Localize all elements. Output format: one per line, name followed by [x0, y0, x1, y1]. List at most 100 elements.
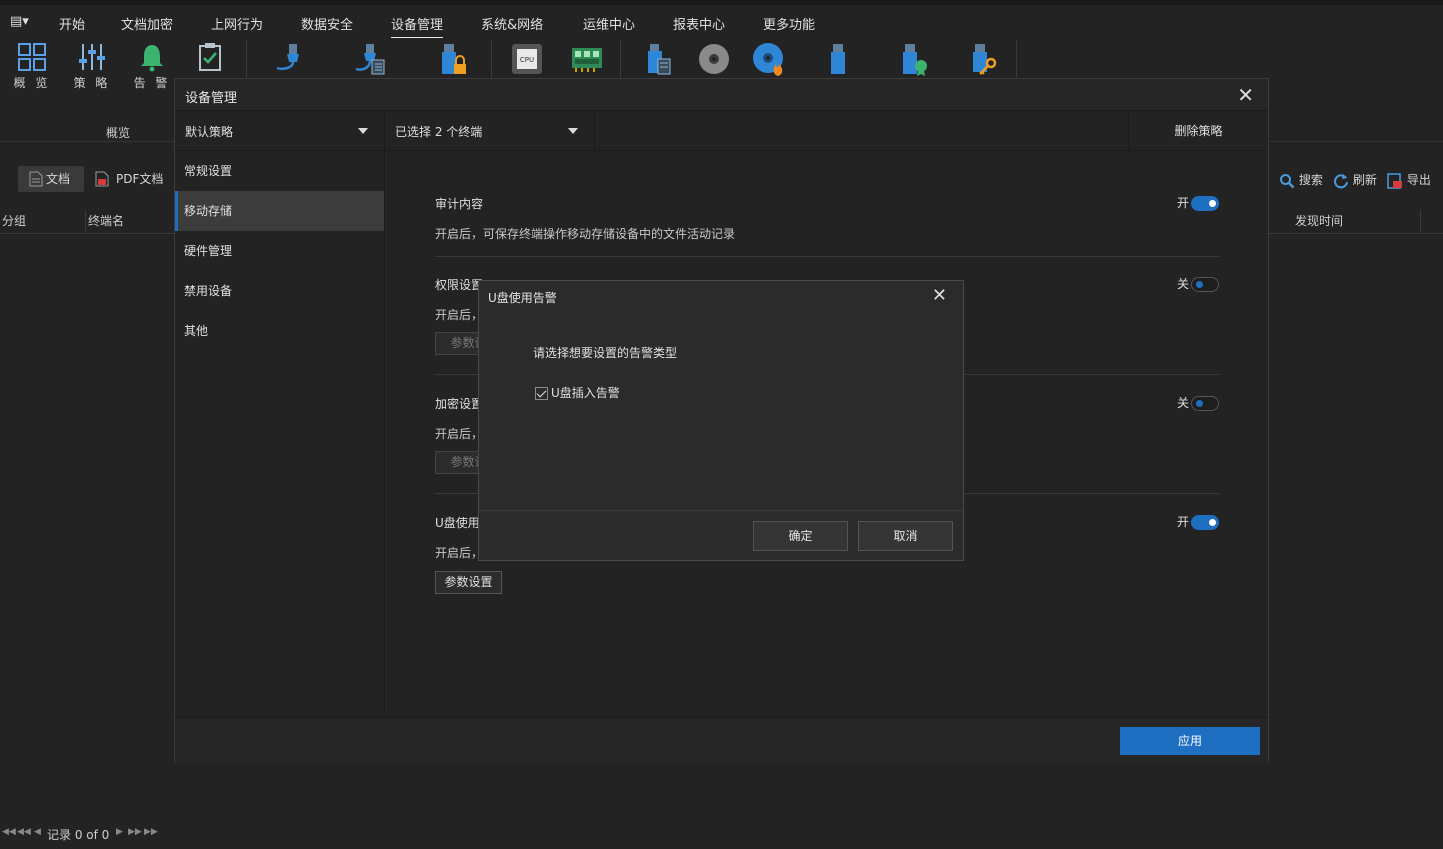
alert-button[interactable]: 告 警	[130, 42, 174, 98]
clipboard-check-icon	[199, 43, 221, 71]
menu-data-security[interactable]: 数据安全	[301, 14, 353, 33]
usb-document-icon	[648, 44, 671, 75]
menu-doc-encrypt[interactable]: 文档加密	[121, 14, 173, 33]
encrypt-toggle-state: 关	[1176, 396, 1189, 410]
close-icon[interactable]: ✕	[932, 285, 947, 306]
audit-title: 审计内容	[435, 197, 484, 211]
bell-icon	[141, 45, 163, 72]
usb-dialog-title: U盘使用告警	[488, 291, 557, 305]
nav-disabled-devices[interactable]: 禁用设备	[175, 271, 384, 311]
svg-text:CPU: CPU	[520, 56, 534, 64]
menu-device-management[interactable]: 设备管理	[391, 14, 444, 39]
policy-dropdown[interactable]: 默认策略	[175, 111, 385, 151]
menu-bar: ▤▾ 开始 文档加密 上网行为 数据安全 设备管理 系统&网络 运维中心 报表中…	[0, 0, 1443, 39]
usb-usage-toggle[interactable]: 开	[1177, 513, 1219, 530]
policy-value: 默认策略	[185, 125, 234, 139]
nav-general-settings[interactable]: 常规设置	[175, 151, 384, 191]
policy-bar: 默认策略 已选择 2 个终端 删除策略	[175, 111, 1268, 151]
ribbon-separator	[246, 40, 247, 78]
overview-button[interactable]: 概 览	[10, 42, 54, 98]
tab-document-label: 文档	[46, 172, 71, 186]
chevron-down-icon	[358, 128, 368, 134]
menu-start[interactable]: 开始	[59, 14, 85, 33]
overview-group-label: 概览	[106, 126, 131, 140]
terminal-dropdown[interactable]: 已选择 2 个终端	[385, 111, 595, 151]
document-icon	[29, 171, 43, 187]
menu-system-network[interactable]: 系统&网络	[481, 14, 543, 33]
ribbon-separator	[620, 40, 621, 78]
nav-other[interactable]: 其他	[175, 311, 384, 351]
pdf-icon	[95, 171, 109, 187]
usb-certificate-icon	[903, 44, 927, 76]
prev-page-icon[interactable]: ◀	[34, 827, 41, 837]
search-label: 搜索	[1298, 173, 1323, 187]
usb-list-icon	[355, 44, 385, 75]
menu-web-behavior[interactable]: 上网行为	[211, 14, 263, 33]
column-group[interactable]: 分组	[2, 210, 26, 232]
app-menu-icon[interactable]: ▤▾	[10, 14, 29, 29]
next-group-icon[interactable]: ▶▶	[128, 827, 142, 837]
menu-report-center[interactable]: 报表中心	[673, 14, 725, 33]
permission-toggle[interactable]: 关	[1177, 275, 1219, 292]
audit-toggle-state: 开	[1176, 196, 1189, 210]
encrypt-toggle[interactable]: 关	[1177, 394, 1219, 411]
usb-drive-icon	[831, 44, 845, 74]
toggle-switch[interactable]	[1191, 277, 1219, 292]
usb-params-button[interactable]: 参数设置	[435, 571, 502, 594]
usb-insert-alert-label: U盘插入告警	[551, 386, 620, 400]
search-button[interactable]: 搜索	[1279, 171, 1323, 189]
cancel-button[interactable]: 取消	[858, 521, 953, 551]
search-icon	[1280, 173, 1295, 188]
usb-insert-alert-checkbox[interactable]	[535, 387, 548, 400]
tab-document[interactable]: 文档	[18, 166, 84, 192]
audit-desc: 开启后，可保存终端操作移动存储设备中的文件活动记录	[435, 227, 736, 241]
dialog-titlebar: 设备管理 ✕	[175, 79, 1268, 111]
menu-ops-center[interactable]: 运维中心	[583, 14, 635, 33]
permission-desc: 开启后，	[435, 308, 484, 322]
apply-button[interactable]: 应用	[1120, 727, 1260, 755]
alert-type-prompt: 请选择想要设置的告警类型	[533, 346, 678, 360]
dialog-title: 设备管理	[185, 91, 238, 106]
last-page-icon[interactable]: ▶▶	[144, 827, 158, 837]
close-icon[interactable]: ✕	[1237, 83, 1254, 107]
usb-usage-desc: 开启后，	[435, 546, 484, 560]
usb-insert-alert-option[interactable]: U盘插入告警	[535, 384, 620, 401]
delete-policy-button[interactable]: 删除策略	[1128, 111, 1268, 151]
terminal-value: 已选择 2 个终端	[395, 125, 483, 139]
prev-group-icon[interactable]: ◀◀	[17, 827, 31, 837]
export-label: 导出	[1406, 173, 1431, 187]
policy-button[interactable]: 策 略	[70, 42, 114, 98]
overview-label: 概 览	[13, 76, 51, 90]
column-terminal-name[interactable]: 终端名	[88, 210, 124, 232]
toggle-switch[interactable]	[1191, 515, 1219, 530]
audit-toggle[interactable]: 开	[1177, 194, 1219, 211]
nav-hardware-management[interactable]: 硬件管理	[175, 231, 384, 271]
memory-board-icon	[572, 48, 602, 72]
menu-more[interactable]: 更多功能	[763, 14, 815, 33]
dialog-footer: 应用	[175, 717, 1268, 763]
ribbon-separator	[491, 40, 492, 78]
usb-lock-icon	[442, 44, 466, 74]
ribbon-separator	[1016, 40, 1017, 78]
tab-pdf-document[interactable]: PDF文档	[88, 166, 163, 192]
usb-key-icon	[973, 44, 997, 75]
tab-pdf-label: PDF文档	[116, 172, 164, 186]
first-page-icon[interactable]: ◀◀	[2, 827, 16, 837]
refresh-button[interactable]: 刷新	[1333, 171, 1377, 189]
ok-button[interactable]: 确定	[753, 521, 848, 551]
policy-label: 策 略	[73, 76, 111, 90]
toggle-switch[interactable]	[1191, 396, 1219, 411]
usb-alert-dialog: U盘使用告警 ✕ 请选择想要设置的告警类型 U盘插入告警 确定 取消	[478, 280, 964, 561]
toggle-switch[interactable]	[1191, 196, 1219, 211]
sliders-icon	[79, 44, 105, 70]
export-button[interactable]: 导出	[1387, 171, 1431, 189]
column-found-time[interactable]: 发现时间	[1295, 210, 1343, 232]
encrypt-title: 加密设置	[435, 397, 484, 411]
alert-label: 告 警	[133, 76, 171, 90]
nav-removable-storage[interactable]: 移动存储	[175, 191, 384, 231]
table-header-left: 分组 终端名	[0, 210, 174, 234]
usb-dialog-footer: 确定 取消	[479, 510, 963, 560]
next-page-icon[interactable]: ▶	[116, 827, 123, 837]
refresh-label: 刷新	[1352, 173, 1377, 187]
overview-grid-icon	[18, 43, 46, 71]
